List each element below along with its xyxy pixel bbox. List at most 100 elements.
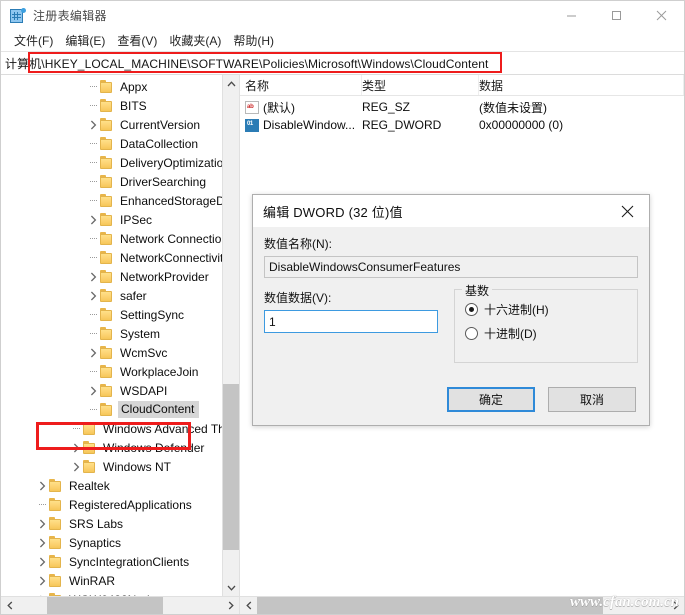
value-name-input[interactable] [264,256,638,278]
tree-item[interactable]: Appx [1,77,222,96]
dialog-close-button[interactable] [605,195,649,227]
folder-icon [100,346,115,359]
scroll-left-icon[interactable] [1,597,18,614]
radio-decimal[interactable]: 十进制(D) [465,321,637,345]
tree-item[interactable]: CurrentVersion [1,115,222,134]
tree-scroll-track[interactable] [223,92,239,579]
scroll-left-icon[interactable] [240,597,257,614]
window-controls [549,1,684,30]
menu-item-view[interactable]: 查看(V) [111,31,163,51]
chevron-right-icon[interactable] [86,381,100,400]
tree-hscroll-track[interactable] [18,597,222,614]
tree-item[interactable]: WorkplaceJoin [1,362,222,381]
scroll-down-icon[interactable] [223,579,239,596]
chevron-right-icon[interactable] [35,514,49,533]
chevron-right-icon[interactable] [86,286,100,305]
tree-item-label: Windows Defender [103,440,205,455]
folder-icon [100,175,115,188]
tree-item[interactable]: Windows Advanced Threat Protection [1,419,222,438]
tree-item[interactable]: DeliveryOptimization [1,153,222,172]
tree-item[interactable]: safer [1,286,222,305]
dialog-button-row: 确定 取消 [253,387,649,425]
ok-button[interactable]: 确定 [447,387,535,412]
folder-icon [100,289,115,302]
tree-item[interactable]: EnhancedStorageDevices [1,191,222,210]
tree-item[interactable]: WinRAR [1,571,222,590]
tree-item[interactable]: Synaptics [1,533,222,552]
chevron-right-icon[interactable] [35,533,49,552]
chevron-right-icon[interactable] [86,115,100,134]
tree-item[interactable]: WSDAPI [1,381,222,400]
maximize-button[interactable] [594,1,639,30]
chevron-right-icon[interactable] [86,210,100,229]
value-data-input[interactable] [264,310,438,333]
tree-item-label: SettingSync [120,307,185,322]
tree-item[interactable]: SettingSync [1,305,222,324]
tree-item[interactable]: DataCollection [1,134,222,153]
menu-item-file[interactable]: 文件(F) [8,31,59,51]
chevron-right-icon[interactable] [69,438,83,457]
tree-connector [86,229,100,248]
tree-item[interactable]: BITS [1,96,222,115]
values-hscroll-track[interactable] [257,597,667,614]
tree-hscroll-thumb[interactable] [47,597,163,614]
chevron-right-icon[interactable] [86,343,100,362]
folder-icon [49,574,64,587]
radio-hexadecimal[interactable]: 十六进制(H) [465,297,637,321]
menu-item-edit[interactable]: 编辑(E) [59,31,111,51]
tree-vertical-scrollbar[interactable] [222,75,239,596]
menu-item-favorites[interactable]: 收藏夹(A) [163,31,227,51]
tree-item[interactable]: WcmSvc [1,343,222,362]
tree-item[interactable]: Realtek [1,476,222,495]
tree-item[interactable]: NetworkProvider [1,267,222,286]
tree-item[interactable]: SyncIntegrationClients [1,552,222,571]
scroll-right-icon[interactable] [667,597,684,614]
column-header-name[interactable]: 名称 [240,75,362,95]
tree-item[interactable]: CloudContent [1,400,222,419]
address-bar[interactable]: 计算机\HKEY_LOCAL_MACHINE\SOFTWARE\Policies… [1,52,684,75]
value-type-cell: REG_SZ [362,100,411,114]
tree-horizontal-scrollbar[interactable] [1,596,239,614]
tree-item[interactable]: NetworkConnectivityStatusIndicator [1,248,222,267]
tree-connector [86,96,100,115]
column-header-data[interactable]: 数据 [479,75,684,95]
tree-item[interactable]: DriverSearching [1,172,222,191]
tree-item[interactable]: SRS Labs [1,514,222,533]
tree-item-label: NetworkProvider [120,269,209,284]
scroll-right-icon[interactable] [222,597,239,614]
tree-item[interactable]: Network Connections [1,229,222,248]
chevron-right-icon[interactable] [69,457,83,476]
values-hscroll-thumb[interactable] [257,597,603,614]
tree-item[interactable]: IPSec [1,210,222,229]
tree-item-label: Synaptics [69,535,122,550]
folder-icon [49,479,64,492]
tree-item[interactable]: System [1,324,222,343]
close-button[interactable] [639,1,684,30]
cancel-button[interactable]: 取消 [548,387,636,412]
chevron-right-icon[interactable] [35,571,49,590]
column-header-type[interactable]: 类型 [362,75,479,95]
folder-icon [49,555,64,568]
tree-item-label: SyncIntegrationClients [69,554,190,569]
chevron-right-icon[interactable] [35,476,49,495]
tree-item[interactable]: Windows Defender [1,438,222,457]
registry-tree[interactable]: Appx BITS CurrentVersion DataCollection Deli… [1,75,222,596]
tree-scroll-thumb[interactable] [223,384,239,550]
tree-item[interactable]: RegisteredApplications [1,495,222,514]
tree-item[interactable]: Windows NT [1,457,222,476]
menu-bar: 文件(F) 编辑(E) 查看(V) 收藏夹(A) 帮助(H) [1,30,684,52]
chevron-right-icon[interactable] [35,552,49,571]
menu-item-help[interactable]: 帮助(H) [227,31,280,51]
tree-item-label: WorkplaceJoin [120,364,199,379]
value-row[interactable]: 01 DisableWindow... REG_DWORD 0x00000000 (0… [240,116,684,134]
value-row[interactable]: ab (默认) REG_SZ (数值未设置) [240,98,684,116]
scroll-up-icon[interactable] [223,75,239,92]
chevron-right-icon[interactable] [86,267,100,286]
values-horizontal-scrollbar[interactable] [240,596,684,614]
minimize-button[interactable] [549,1,594,30]
